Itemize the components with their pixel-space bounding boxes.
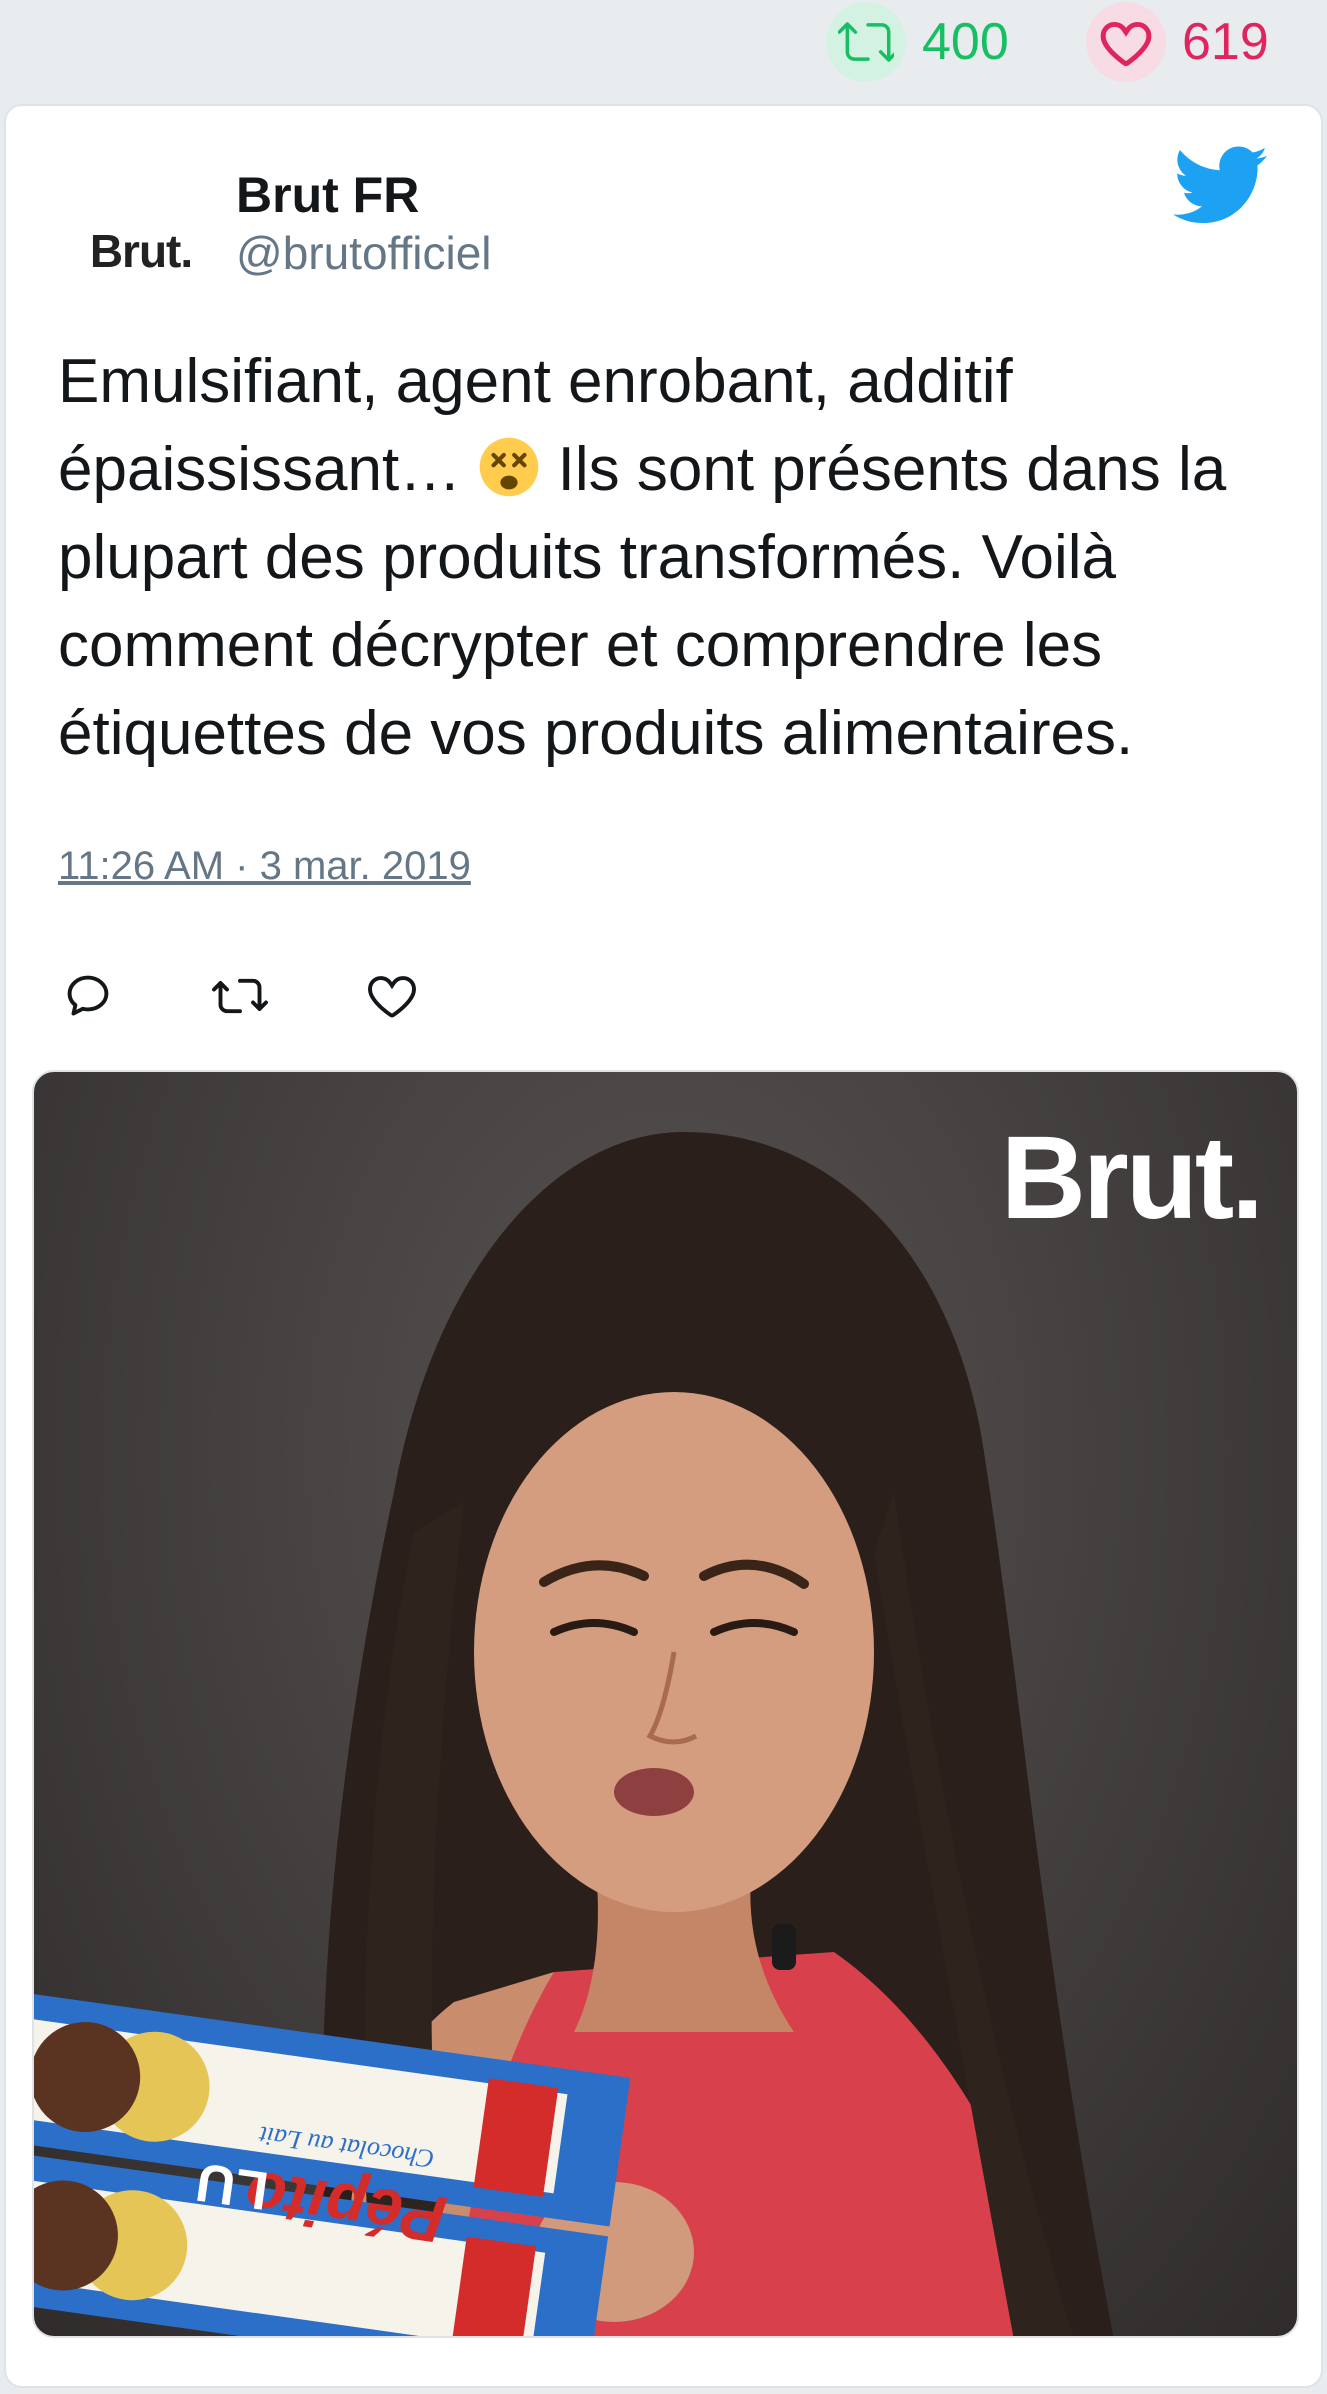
heart-outline-icon	[368, 976, 416, 1018]
retweet-action-icon	[212, 978, 268, 1014]
box-brand-text: LU	[192, 2151, 272, 2220]
author-handle[interactable]: @brutofficiel	[236, 226, 492, 280]
heart-icon	[1086, 2, 1166, 82]
retweet-count-stat[interactable]: 400	[826, 0, 1009, 84]
like-count: 619	[1182, 13, 1269, 71]
tweet-text: Emulsifiant, agent enrobant, additif épa…	[58, 338, 1278, 778]
tweet-timestamp[interactable]: 11:26 AM · 3 mar. 2019	[58, 844, 471, 889]
video-frame-illustration: Pépito LU Chocolat au Lait	[34, 1132, 1114, 2336]
dizzy-face-emoji	[480, 437, 539, 497]
avatar-logo: Brut.	[89, 225, 193, 277]
retweet-icon	[826, 2, 906, 82]
tweet-card: Brut. Brut FR @brutofficiel Emulsifiant,…	[4, 104, 1323, 2388]
engagement-bar: 400 619	[0, 0, 1327, 100]
like-count-stat[interactable]: 619	[1086, 0, 1269, 84]
tweet-actions	[58, 956, 422, 1036]
reply-icon	[67, 975, 109, 1016]
brut-watermark: Brut.	[1000, 1112, 1264, 1244]
reply-button[interactable]	[58, 966, 118, 1026]
twitter-bird-icon[interactable]	[1173, 146, 1269, 226]
tweet-video-thumbnail[interactable]: Pépito LU Chocolat au Lait Brut.	[32, 1070, 1299, 2338]
retweet-button[interactable]	[210, 966, 270, 1026]
retweet-count: 400	[922, 13, 1009, 71]
like-button[interactable]	[362, 966, 422, 1026]
author-name[interactable]: Brut FR	[236, 166, 419, 224]
avatar[interactable]: Brut.	[66, 176, 216, 326]
